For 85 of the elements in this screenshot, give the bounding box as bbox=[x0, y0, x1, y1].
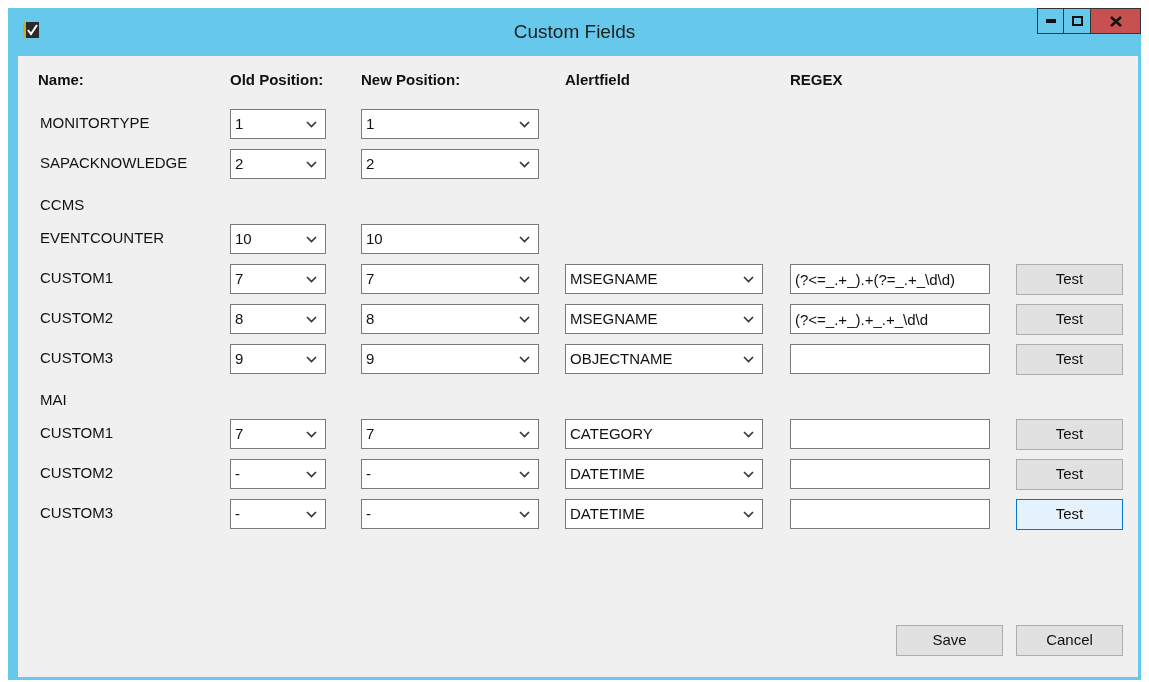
dropdown[interactable]: - bbox=[361, 499, 539, 529]
chevron-down-icon bbox=[743, 355, 754, 363]
dropdown[interactable]: 1 bbox=[361, 109, 539, 139]
column-header: Alertfield bbox=[565, 69, 630, 90]
dropdown[interactable]: 9 bbox=[361, 344, 539, 374]
chevron-down-icon bbox=[306, 120, 317, 128]
chevron-down-icon bbox=[743, 430, 754, 438]
regex-field[interactable]: (?<=_.+_).+(?=_.+_\d\d) bbox=[790, 264, 990, 294]
dropdown[interactable]: MSEGNAME bbox=[565, 264, 763, 294]
section-label: CCMS bbox=[40, 194, 85, 215]
test-button[interactable]: Test bbox=[1016, 303, 1123, 335]
section-label: MAI bbox=[40, 389, 67, 410]
chevron-down-icon bbox=[519, 160, 530, 168]
test-button[interactable]: Test bbox=[1016, 343, 1123, 375]
dropdown[interactable]: 7 bbox=[361, 419, 539, 449]
dropdown[interactable]: 8 bbox=[230, 304, 326, 334]
chevron-down-icon bbox=[519, 470, 530, 478]
cancel-button[interactable]: Cancel bbox=[1016, 625, 1123, 656]
chevron-down-icon bbox=[519, 355, 530, 363]
close-icon bbox=[1109, 15, 1122, 27]
chevron-down-icon bbox=[743, 315, 754, 323]
dropdown[interactable]: 7 bbox=[230, 264, 326, 294]
dropdown[interactable]: 10 bbox=[361, 224, 539, 254]
save-button[interactable]: Save bbox=[896, 625, 1003, 656]
dropdown[interactable]: - bbox=[230, 459, 326, 489]
chevron-down-icon bbox=[743, 470, 754, 478]
field-name: EVENTCOUNTER bbox=[40, 228, 166, 248]
field-name: CUSTOM2 bbox=[40, 463, 115, 483]
test-button[interactable]: Test bbox=[1016, 458, 1123, 490]
chevron-down-icon bbox=[519, 430, 530, 438]
chevron-down-icon bbox=[519, 510, 530, 518]
chevron-down-icon bbox=[519, 235, 530, 243]
dropdown[interactable]: 9 bbox=[230, 344, 326, 374]
minimize-icon bbox=[1045, 19, 1056, 23]
regex-field[interactable] bbox=[790, 344, 990, 374]
test-button[interactable]: Test bbox=[1016, 498, 1123, 530]
field-name: CUSTOM2 bbox=[40, 308, 115, 328]
column-header: Old Position: bbox=[230, 69, 324, 90]
field-name: CUSTOM1 bbox=[40, 423, 115, 443]
dropdown[interactable]: OBJECTNAME bbox=[565, 344, 763, 374]
field-name: CUSTOM3 bbox=[40, 348, 115, 368]
regex-field[interactable] bbox=[790, 419, 990, 449]
field-name: CUSTOM1 bbox=[40, 268, 115, 288]
field-name: CUSTOM3 bbox=[40, 503, 115, 523]
window-title: Custom Fields bbox=[513, 19, 636, 44]
close-button[interactable] bbox=[1091, 8, 1141, 34]
field-name: MONITORTYPE bbox=[40, 113, 151, 133]
column-header: REGEX bbox=[790, 69, 843, 90]
chevron-down-icon bbox=[306, 235, 317, 243]
dropdown[interactable]: DATETIME bbox=[565, 459, 763, 489]
chevron-down-icon bbox=[519, 120, 530, 128]
dropdown[interactable]: 7 bbox=[361, 264, 539, 294]
regex-field[interactable]: (?<=_.+_).+_.+_\d\d bbox=[790, 304, 990, 334]
chevron-down-icon bbox=[306, 315, 317, 323]
dropdown[interactable]: 2 bbox=[361, 149, 539, 179]
dropdown[interactable]: 10 bbox=[230, 224, 326, 254]
field-name: SAPACKNOWLEDGE bbox=[40, 153, 189, 173]
dropdown[interactable]: 2 bbox=[230, 149, 326, 179]
app-icon bbox=[22, 21, 40, 39]
chevron-down-icon bbox=[306, 510, 317, 518]
chevron-down-icon bbox=[306, 275, 317, 283]
column-header: New Position: bbox=[361, 69, 461, 90]
column-header: Name: bbox=[38, 69, 84, 90]
chevron-down-icon bbox=[306, 430, 317, 438]
chevron-down-icon bbox=[519, 275, 530, 283]
regex-field[interactable] bbox=[790, 459, 990, 489]
chevron-down-icon bbox=[519, 315, 530, 323]
dropdown[interactable]: 1 bbox=[230, 109, 326, 139]
test-button[interactable]: Test bbox=[1016, 263, 1123, 295]
minimize-button[interactable] bbox=[1037, 8, 1064, 34]
dropdown[interactable]: - bbox=[230, 499, 326, 529]
test-button[interactable]: Test bbox=[1016, 418, 1123, 450]
chevron-down-icon bbox=[743, 510, 754, 518]
maximize-icon bbox=[1071, 16, 1083, 26]
chevron-down-icon bbox=[743, 275, 754, 283]
chevron-down-icon bbox=[306, 470, 317, 478]
regex-field[interactable] bbox=[790, 499, 990, 529]
chevron-down-icon bbox=[306, 160, 317, 168]
dropdown[interactable]: 8 bbox=[361, 304, 539, 334]
dropdown[interactable]: CATEGORY bbox=[565, 419, 763, 449]
dropdown[interactable]: MSEGNAME bbox=[565, 304, 763, 334]
dropdown[interactable]: DATETIME bbox=[565, 499, 763, 529]
dropdown[interactable]: - bbox=[361, 459, 539, 489]
chevron-down-icon bbox=[306, 355, 317, 363]
dropdown[interactable]: 7 bbox=[230, 419, 326, 449]
